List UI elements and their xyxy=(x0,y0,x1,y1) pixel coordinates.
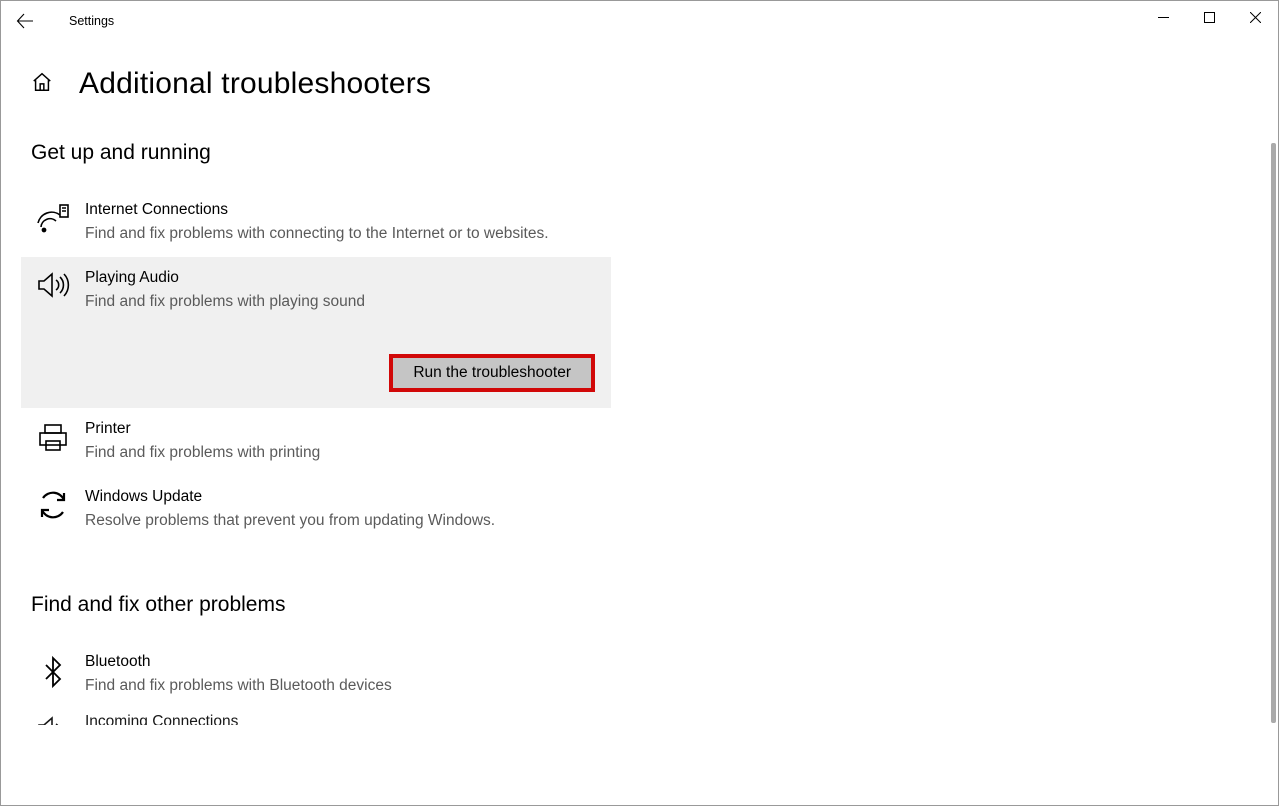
close-button[interactable] xyxy=(1232,1,1278,33)
troubleshooter-playing-audio[interactable]: Playing Audio Find and fix problems with… xyxy=(21,257,611,407)
troubleshooter-printer[interactable]: Printer Find and fix problems with print… xyxy=(31,408,611,476)
content-area: Additional troubleshooters Get up and ru… xyxy=(1,67,1278,725)
maximize-icon xyxy=(1204,12,1215,23)
speaker-icon xyxy=(35,271,71,299)
close-icon xyxy=(1250,12,1261,23)
maximize-button[interactable] xyxy=(1186,1,1232,33)
titlebar: Settings xyxy=(1,1,1278,41)
troubleshooter-title: Incoming Connections xyxy=(85,713,603,725)
troubleshooter-title: Playing Audio xyxy=(85,269,603,287)
troubleshooter-title: Printer xyxy=(85,420,603,438)
speaker-icon xyxy=(35,715,71,725)
troubleshooter-bluetooth[interactable]: Bluetooth Find and fix problems with Blu… xyxy=(31,641,611,709)
troubleshooter-title: Bluetooth xyxy=(85,653,603,671)
window-controls xyxy=(1140,1,1278,33)
troubleshooter-internet-connections[interactable]: Internet Connections Find and fix proble… xyxy=(31,189,611,257)
page-title: Additional troubleshooters xyxy=(79,67,431,101)
troubleshooter-desc: Find and fix problems with printing xyxy=(85,442,603,464)
arrow-left-icon xyxy=(16,12,34,30)
scrollbar[interactable] xyxy=(1271,143,1276,723)
refresh-icon xyxy=(35,490,71,520)
back-button[interactable] xyxy=(1,1,49,41)
troubleshooter-desc: Find and fix problems with connecting to… xyxy=(85,223,603,245)
troubleshooter-title: Internet Connections xyxy=(85,201,603,219)
home-icon[interactable] xyxy=(31,71,53,98)
bluetooth-icon xyxy=(35,655,71,689)
wifi-icon xyxy=(35,203,71,233)
page-header: Additional troubleshooters xyxy=(31,67,1248,101)
troubleshooter-desc: Find and fix problems with playing sound xyxy=(85,291,603,313)
minimize-button[interactable] xyxy=(1140,1,1186,33)
app-title: Settings xyxy=(69,14,114,28)
minimize-icon xyxy=(1158,12,1169,23)
section-title-other: Find and fix other problems xyxy=(31,593,1248,617)
section-title-get-up: Get up and running xyxy=(31,141,1248,165)
troubleshooter-incoming-connections[interactable]: Incoming Connections xyxy=(31,709,611,725)
troubleshooter-desc: Find and fix problems with Bluetooth dev… xyxy=(85,675,603,697)
troubleshooter-title: Windows Update xyxy=(85,488,603,506)
run-troubleshooter-button[interactable]: Run the troubleshooter xyxy=(389,354,595,392)
printer-icon xyxy=(35,422,71,452)
troubleshooter-windows-update[interactable]: Windows Update Resolve problems that pre… xyxy=(31,476,611,544)
troubleshooter-desc: Resolve problems that prevent you from u… xyxy=(85,510,603,532)
